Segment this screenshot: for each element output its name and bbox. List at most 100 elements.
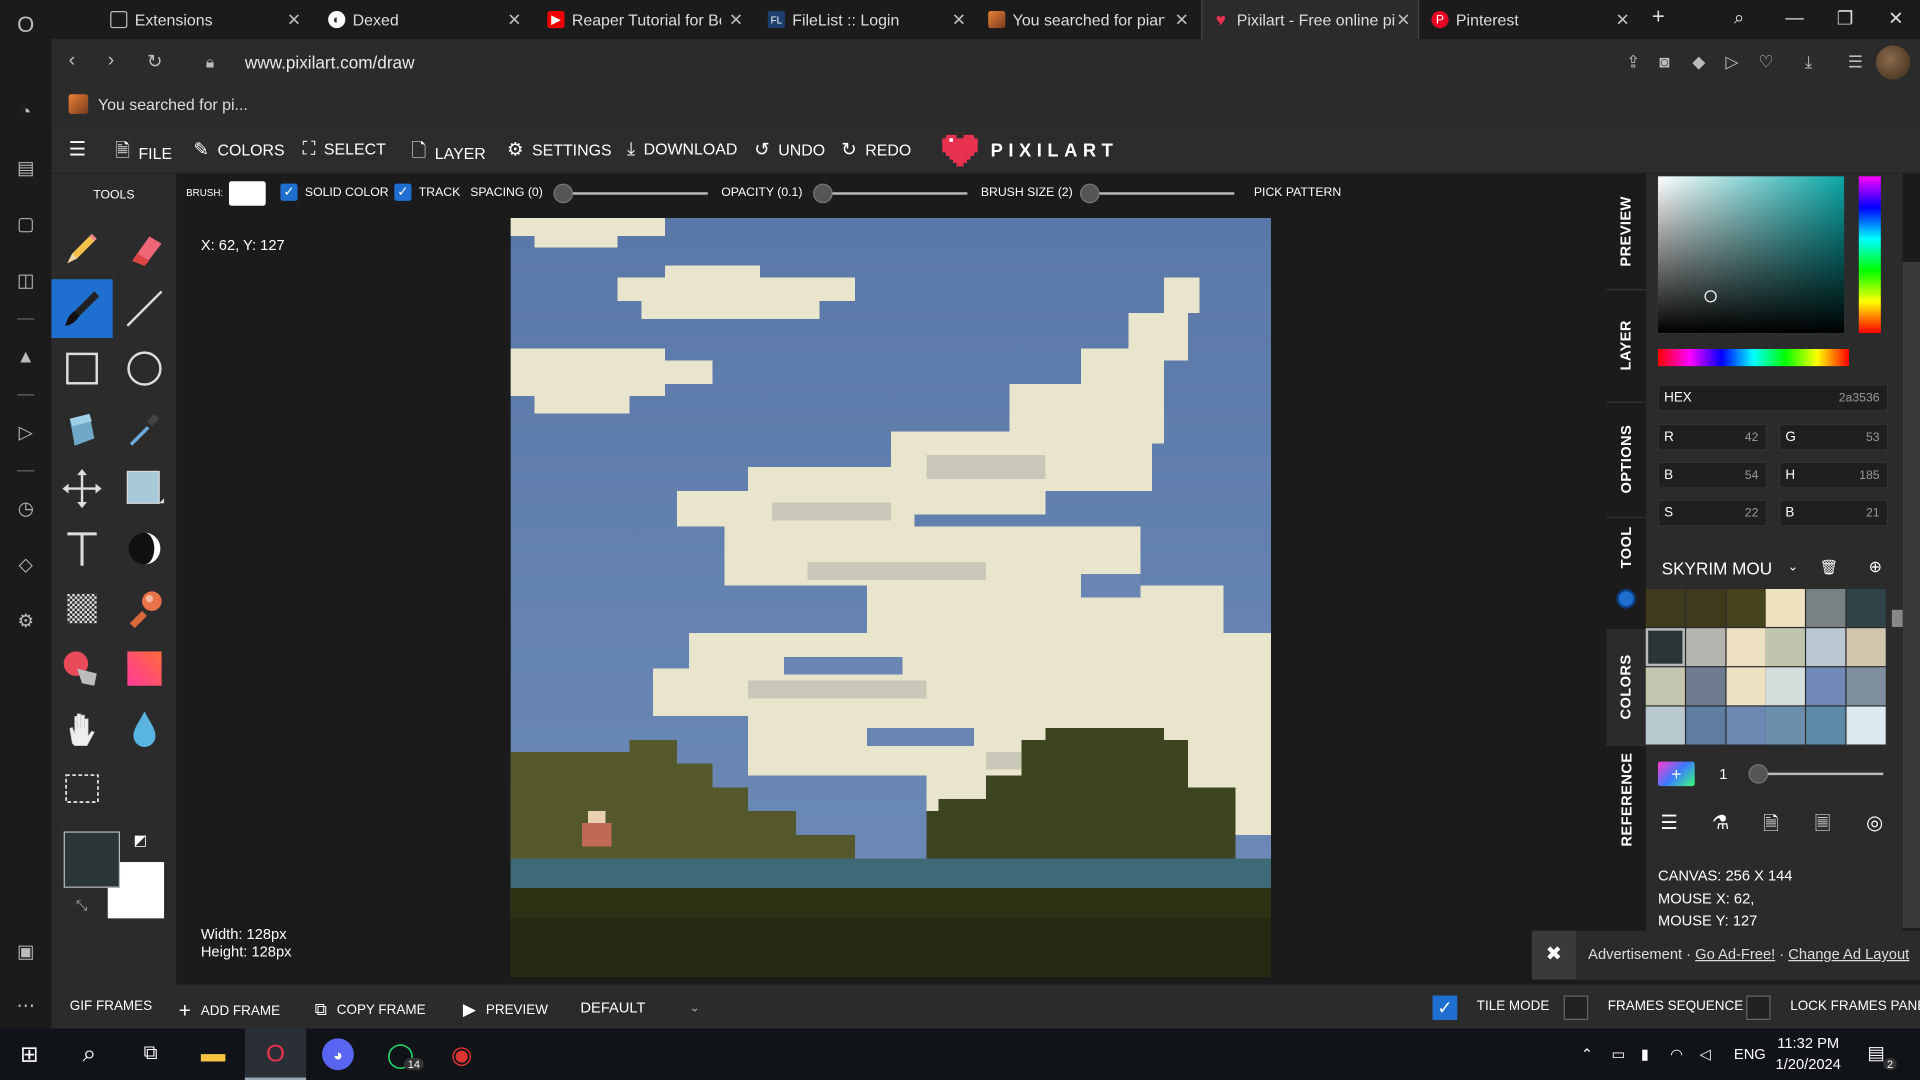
palette-swatch[interactable] [1685,667,1726,706]
hamburger-menu-icon[interactable]: ☰ [69,137,87,161]
palette-scrollbar[interactable] [1891,609,1903,627]
easy-setup-icon[interactable]: ☰ [1848,51,1863,72]
spacing-slider[interactable] [553,183,708,204]
palette-swatch[interactable] [1685,628,1726,667]
restore-button[interactable]: ❐ [1837,7,1853,30]
close-window-button[interactable]: ✕ [1888,7,1903,30]
palette-swatch[interactable] [1685,706,1726,745]
track-checkbox[interactable]: ✓ [394,183,412,201]
opacity-slider[interactable] [813,183,968,204]
menu-undo[interactable]: ↺ UNDO [754,138,825,161]
reload-icon[interactable]: ↻ [147,50,162,72]
twitch-icon[interactable]: ▢ [13,213,37,237]
move-tool[interactable] [51,459,112,518]
avatar[interactable] [1875,45,1911,80]
primary-color-swatch[interactable] [63,831,121,888]
tray-overflow-icon[interactable]: ⌃ [1581,1046,1593,1063]
gradient-tool[interactable] [114,639,175,698]
blur-tool[interactable] [114,699,175,758]
cube-icon[interactable]: ◇ [13,553,37,577]
download-icon[interactable]: ⤓ [1805,51,1813,72]
rectangle-tool[interactable] [51,339,112,398]
shape-fill-tool[interactable] [114,459,175,518]
palette-swatch[interactable] [1766,706,1806,745]
close-icon[interactable]: ✕ [1615,10,1629,31]
h-field[interactable]: H 185 [1779,461,1889,489]
palette-swatch[interactable] [1645,706,1685,745]
brush-size-slider[interactable] [1080,183,1235,204]
back-icon[interactable]: ‹ [69,50,76,72]
tab-reaper-tutorial[interactable]: ▶ Reaper Tutorial for Beg ✕ [538,0,751,39]
palette-swatch[interactable] [1846,706,1886,745]
palette-swatch[interactable] [1846,588,1886,627]
eraser-tool[interactable] [114,219,175,278]
close-icon[interactable]: ✕ [507,10,521,31]
close-ad-button[interactable]: ✖ [1531,930,1576,980]
r-field[interactable]: R 42 [1657,423,1767,451]
hue-slider-horizontal[interactable] [1657,348,1849,367]
brightness-field[interactable]: B 21 [1779,499,1889,527]
ai-icon[interactable]: ◫ [13,269,37,293]
heart-icon[interactable]: ♡ [1758,51,1773,72]
text-tool[interactable] [51,519,112,578]
palette-swatch[interactable] [1806,588,1846,627]
preview-button[interactable]: ▶ PREVIEW [463,999,548,1020]
pencil-tool[interactable] [51,219,112,278]
camera-icon[interactable]: ◙ [1659,51,1669,71]
palette-swatch[interactable] [1685,588,1726,627]
file-import-icon[interactable]: 🗎︎ [1763,811,1779,844]
stamp-tool[interactable] [114,579,175,638]
tab-search-piano[interactable]: You searched for piano ✕ [978,0,1196,39]
palette-swatch[interactable] [1806,706,1846,745]
eyedropper-tool[interactable] [114,399,175,458]
search-icon[interactable]: ⌕ [73,1038,105,1070]
slider-knob[interactable] [553,183,574,204]
add-color-button[interactable]: + [1657,761,1695,787]
menu-colors[interactable]: ✎ COLORS [193,138,284,161]
menu-select[interactable]: ⛶ SELECT [302,138,385,159]
change-ad-layout-link[interactable]: Change Ad Layout [1788,945,1909,962]
menu-redo[interactable]: ↻ REDO [841,138,911,161]
new-tab-button[interactable]: + [1652,4,1665,30]
selection-tool[interactable] [51,759,112,818]
tab-reference[interactable]: REFERENCE [1607,744,1646,854]
palette-swatch[interactable] [1806,667,1846,706]
wifi-icon[interactable]: ◠ [1670,1046,1683,1063]
file-export-icon[interactable]: 🗏︎ [1815,811,1831,844]
circle-tool[interactable] [114,339,175,398]
aria-icon[interactable]: ▲ [13,345,37,369]
palette-swatch[interactable] [1645,667,1685,706]
file-explorer-icon[interactable]: ▬ [197,1038,229,1070]
solid-color-checkbox[interactable]: ✓ [280,183,298,201]
menu-file[interactable]: 🗎︎ FILE [115,138,172,169]
share-icon[interactable]: ⇪ [1626,51,1640,72]
add-palette-icon[interactable]: ⊕ [1869,557,1882,577]
frame-preset-select[interactable]: DEFAULT ⌄ [580,999,699,1016]
meet-icon[interactable]: ▭ [1611,1046,1625,1063]
palette-swatch[interactable] [1726,667,1766,706]
menu-layer[interactable]: 🗋︎ LAYER [411,138,485,169]
snapshot-icon[interactable]: ▣ [13,940,37,964]
system-clock[interactable]: 11:32 PM 1/20/2024 [1776,1033,1841,1075]
flask-icon[interactable]: ⚗ [1712,811,1730,835]
saturation-value-picker[interactable] [1657,176,1845,334]
slider-knob[interactable] [1748,764,1769,784]
list-icon[interactable]: ☰ [1660,811,1678,835]
tab-layer[interactable]: LAYER [1607,289,1646,402]
discord-icon[interactable]: ◕ [322,1038,354,1071]
swap-colors-icon[interactable]: ◩ [133,831,147,848]
chevron-down-icon[interactable]: ⌄ [1788,561,1798,574]
speed-dial-icon[interactable]: ◔ [13,100,37,124]
tab-filelist[interactable]: FL FileList :: Login ✕ [758,0,974,39]
chrome-icon[interactable]: ◉ [446,1038,478,1070]
line-tool[interactable] [114,279,175,338]
b-field[interactable]: B 54 [1657,461,1767,489]
windows-start-icon[interactable]: ⊞ [13,1038,45,1070]
notifications-icon[interactable]: ▤ [1867,1042,1884,1064]
copy-frame-button[interactable]: ⧉ COPY FRAME [315,999,426,1020]
tab-extensions[interactable]: Extensions ✕ [100,0,308,39]
brush-tool[interactable] [51,279,113,338]
bookmark-item[interactable]: You searched for pi... [68,94,248,114]
close-icon[interactable]: ✕ [1396,10,1410,31]
close-icon[interactable]: ✕ [287,10,301,31]
